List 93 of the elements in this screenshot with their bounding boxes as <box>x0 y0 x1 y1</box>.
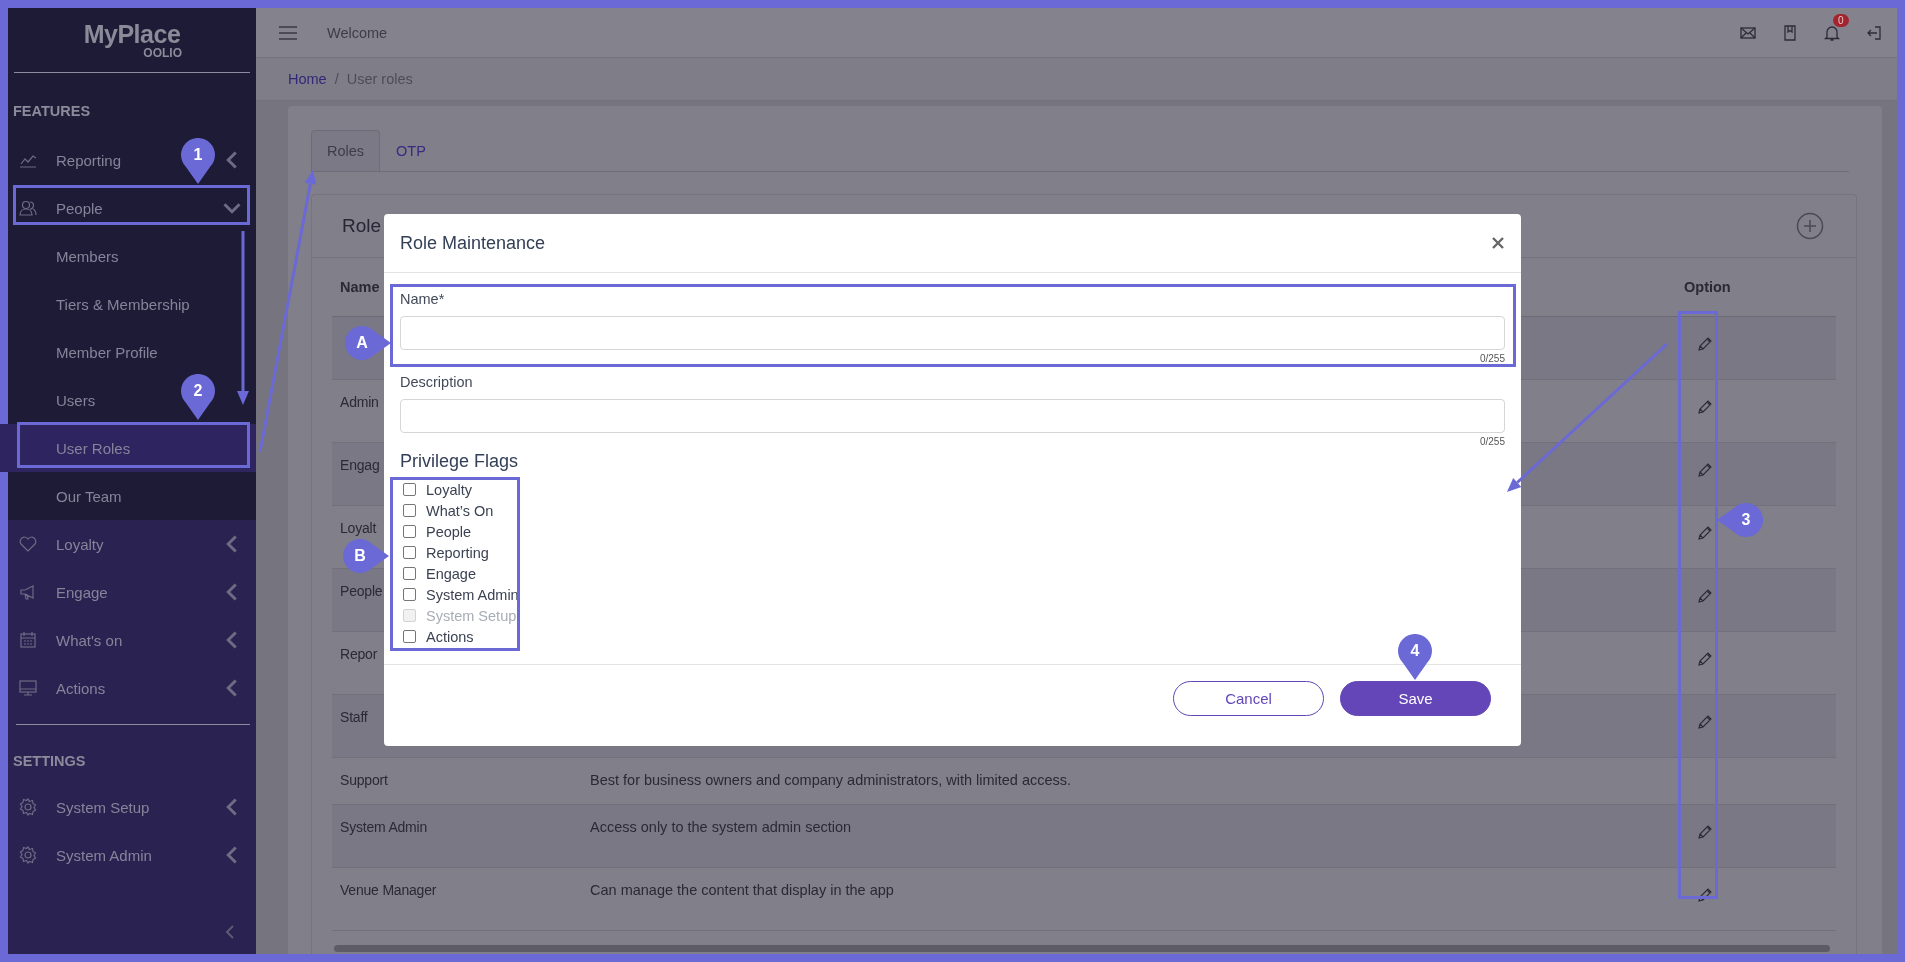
table-cell: Best for business owners and company administrators, with limited access. <box>590 772 1072 788</box>
column-header: Name <box>340 279 380 295</box>
sidebar-subitem[interactable]: Tiers & Membership <box>56 295 190 313</box>
sidebar-subitem[interactable]: Members <box>56 247 119 265</box>
breadcrumb-separator: / <box>334 71 339 87</box>
pencil-icon[interactable] <box>1696 335 1714 353</box>
table-cell: Venue Manager <box>340 882 437 898</box>
input-field[interactable] <box>400 399 1505 433</box>
save-button[interactable]: Save <box>1340 681 1491 716</box>
section-heading: FEATURES <box>12 102 92 121</box>
callout-marker: B <box>343 539 389 573</box>
column-header: Option <box>1684 279 1731 295</box>
people-icon <box>18 198 38 218</box>
checkbox-label: Loyalty <box>426 481 472 498</box>
checkbox[interactable] <box>403 483 416 496</box>
checkbox-label: Reporting <box>426 544 489 561</box>
checkbox[interactable] <box>403 588 416 601</box>
gear-icon <box>18 845 38 865</box>
checkbox-label: Engage <box>426 565 476 582</box>
menu-icon[interactable] <box>278 24 298 41</box>
table-cell: System Admin <box>340 819 428 835</box>
sidebar-item[interactable]: Actions <box>56 679 106 697</box>
sidebar-subitem[interactable]: Our Team <box>56 487 122 505</box>
sidebar-subitem[interactable]: Users <box>56 391 96 409</box>
sidebar-item[interactable]: System Admin <box>56 846 152 864</box>
tab[interactable]: OTP <box>380 130 442 171</box>
callout-marker: 1 <box>181 138 215 184</box>
dialog-title: Role Maintenance <box>400 232 546 254</box>
book-icon[interactable] <box>1781 23 1799 42</box>
logout-icon[interactable] <box>1865 23 1883 42</box>
callout-marker: 2 <box>181 374 215 420</box>
section-title: Privilege Flags <box>400 451 520 472</box>
tab[interactable]: Roles <box>311 130 381 171</box>
callout-marker: A <box>345 326 391 360</box>
scrollbar[interactable] <box>334 945 1830 952</box>
sidebar-item[interactable]: Loyalty <box>56 535 104 553</box>
table-cell: Access only to the system admin section <box>590 819 852 835</box>
checkbox-label: Actions <box>426 628 474 645</box>
pencil-icon[interactable] <box>1696 713 1714 731</box>
table-cell: Repor <box>340 646 378 662</box>
sidebar-item[interactable]: Reporting <box>56 151 122 169</box>
sidebar-item[interactable]: What's on <box>56 631 123 649</box>
pencil-icon[interactable] <box>1696 587 1714 605</box>
checkbox-label: People <box>426 523 472 540</box>
table-cell: Can manage the content that display in the app <box>590 882 894 898</box>
checkbox[interactable] <box>403 525 416 538</box>
input-field[interactable] <box>400 316 1505 350</box>
gear-icon <box>18 797 38 817</box>
checkbox[interactable] <box>403 567 416 580</box>
sidebar-item[interactable]: System Setup <box>56 798 150 816</box>
checkbox-label: System Admin <box>426 586 519 603</box>
sidebar-subitem[interactable]: Member Profile <box>56 343 158 361</box>
collapse-icon[interactable] <box>224 924 236 940</box>
table-cell: Support <box>340 772 388 788</box>
logo-subtext: OOLIO <box>143 47 182 59</box>
field-label: Name* <box>400 291 446 307</box>
close-icon[interactable] <box>1491 236 1505 250</box>
page-title: Welcome <box>327 24 389 41</box>
callout-marker: 3 <box>1717 503 1763 537</box>
sidebar-item[interactable]: Engage <box>56 583 108 601</box>
table-cell: Engag <box>340 457 380 473</box>
pencil-icon[interactable] <box>1696 823 1714 841</box>
checkbox[interactable] <box>403 504 416 517</box>
checkbox[interactable] <box>403 546 416 559</box>
callout-marker: 4 <box>1398 634 1432 680</box>
add-icon[interactable] <box>1796 212 1824 240</box>
table-cell: Staff <box>340 709 368 725</box>
section-heading: SETTINGS <box>12 752 87 771</box>
field-label: Description <box>400 374 474 390</box>
logo-text: MyPlace <box>83 21 181 47</box>
card-title: Role <box>342 215 382 237</box>
sidebar-item[interactable]: People <box>56 199 103 217</box>
table-cell: People <box>340 583 383 599</box>
pencil-icon[interactable] <box>1696 650 1714 668</box>
sidebar-subitem[interactable]: User Roles <box>0 424 256 472</box>
bell-icon[interactable] <box>1823 23 1841 42</box>
pencil-icon[interactable] <box>1696 398 1714 416</box>
monitor-icon <box>18 678 38 698</box>
breadcrumb-link[interactable]: Home <box>288 71 327 87</box>
pencil-icon[interactable] <box>1696 524 1714 542</box>
heart-icon <box>18 534 38 554</box>
character-counter: 0/255 <box>1479 436 1505 447</box>
character-counter: 0/255 <box>1479 353 1505 364</box>
table-cell: Admin <box>340 394 379 410</box>
cancel-button[interactable]: Cancel <box>1173 681 1324 716</box>
checkbox[interactable] <box>403 630 416 643</box>
checkbox-label: System Setup <box>426 607 517 624</box>
pencil-icon[interactable] <box>1696 461 1714 479</box>
checkbox-label: What’s On <box>426 502 494 519</box>
table-cell: Loyalt <box>340 520 377 536</box>
notification-badge: 0 <box>1833 13 1849 27</box>
calendar-icon <box>18 630 38 650</box>
pencil-icon[interactable] <box>1696 886 1714 904</box>
